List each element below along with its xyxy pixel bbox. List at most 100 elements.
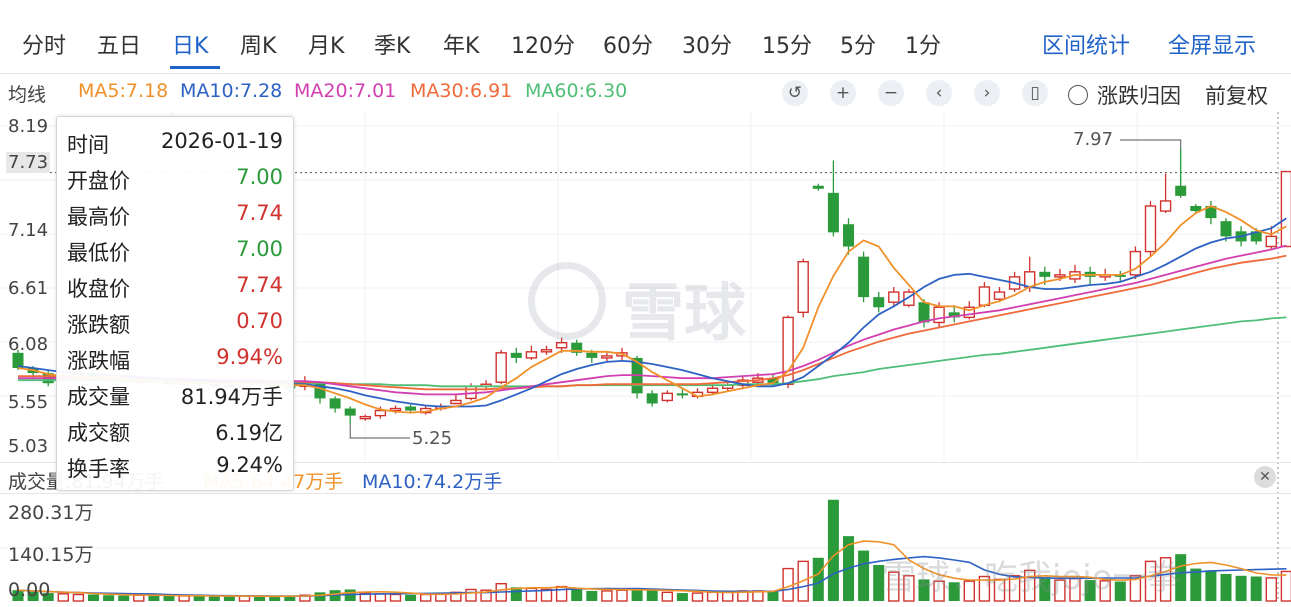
tooltip-key: 时间 (67, 133, 109, 157)
tooltip-row-open: 开盘价 7.00 (67, 165, 283, 199)
tooltip-key: 最低价 (67, 241, 130, 265)
volume-ma10: MA10:74.2万手 (362, 471, 503, 493)
volume-bar (601, 590, 613, 602)
candle-body (1159, 200, 1172, 212)
candle-body (918, 302, 930, 323)
candle-body (661, 392, 673, 402)
tooltip-row-volume: 成交量 81.94万手 (67, 381, 283, 415)
tooltip-value: 9.94% (216, 345, 283, 369)
volume-bar (103, 595, 115, 601)
volume-bar (767, 591, 779, 601)
volume-bar (148, 595, 160, 601)
volume-bar (405, 594, 417, 601)
tooltip-value: 7.74 (236, 273, 283, 297)
volume-bar (661, 591, 673, 602)
volume-bar (420, 593, 432, 602)
volume-bar (1205, 570, 1217, 601)
candle-body (978, 286, 991, 306)
y-tick-label-current: 7.73 (6, 152, 51, 173)
tooltip-value: 6.19亿 (215, 421, 283, 445)
volume-bar (1220, 573, 1232, 601)
tooltip-row-change: 涨跌额 0.70 (67, 309, 283, 343)
candle-body (1144, 205, 1157, 253)
price-tooltip: 时间 2026-01-19 开盘价 7.00 最高价 7.74 最低价 7.00 收盘价… (56, 116, 294, 491)
volume-bar (616, 589, 628, 602)
volume-bar (314, 592, 326, 601)
tooltip-value: 7.00 (236, 237, 283, 261)
volume-bar (208, 596, 220, 601)
volume-bar (374, 593, 387, 602)
candle-body (812, 185, 824, 189)
tooltip-value: 9.24% (216, 453, 283, 477)
candle-body (601, 355, 613, 359)
tooltip-row-high: 最高价 7.74 (67, 201, 283, 235)
volume-tick-label: 140.15万 (8, 544, 94, 566)
high-annotation: 7.97 (1073, 129, 1114, 150)
y-tick-label: 6.61 (8, 278, 49, 299)
high-pointer (1120, 139, 1182, 149)
volume-bar (57, 593, 69, 602)
volume-bar (706, 591, 719, 602)
close-icon[interactable]: ✕ (1254, 466, 1276, 488)
low-annotation: 5.25 (412, 428, 453, 449)
bottom-watermark: 雪球：吃我jojo一拳 (882, 558, 1181, 598)
volume-bar (178, 595, 190, 602)
volume-bar (223, 596, 235, 601)
y-tick-label: 7.14 (8, 220, 49, 241)
volume-bar (571, 589, 583, 601)
volume-bar (465, 588, 477, 602)
volume-bar (1190, 568, 1202, 601)
tooltip-value: 81.94万手 (180, 385, 283, 409)
watermark-text: 雪球 (622, 276, 747, 349)
volume-bar (133, 594, 145, 602)
candle-body (555, 342, 568, 349)
y-tick-label: 5.55 (8, 392, 49, 413)
tooltip-key: 涨跌幅 (67, 349, 130, 373)
tooltip-value: 0.70 (236, 309, 283, 333)
candle-body (843, 224, 854, 247)
tooltip-row-turnover: 成交额 6.19亿 (67, 417, 283, 451)
candle-body (525, 351, 538, 359)
tooltip-key: 收盘价 (67, 277, 130, 301)
candle-body (1023, 271, 1036, 288)
candle-body (933, 306, 945, 324)
tooltip-row-low: 最低价 7.00 (67, 237, 283, 271)
tooltip-key: 最高价 (67, 205, 130, 229)
volume-bar (858, 550, 870, 601)
y-tick-label: 5.03 (8, 436, 49, 457)
candle-body (495, 352, 507, 383)
volume-bar (1235, 575, 1247, 601)
tooltip-key: 涨跌额 (67, 313, 130, 337)
volume-bar (72, 593, 85, 602)
tooltip-key: 开盘价 (67, 169, 130, 193)
candle-body (1054, 274, 1066, 278)
tooltip-row-time: 时间 2026-01-19 (67, 129, 283, 163)
tooltip-value: 7.00 (236, 165, 283, 189)
candle-body (1265, 235, 1278, 248)
tooltip-value: 2026-01-19 (160, 129, 283, 153)
tooltip-row-close: 收盘价 7.74 (67, 273, 283, 307)
candle-body (374, 409, 387, 417)
candle-body (1129, 250, 1142, 276)
tooltip-key: 换手率 (67, 457, 130, 481)
volume-bar (586, 590, 598, 601)
volume-bar (118, 595, 130, 601)
volume-bar (193, 595, 205, 601)
low-pointer (349, 423, 410, 439)
candle-body (1175, 185, 1187, 196)
candle-body (450, 399, 462, 405)
volume-tick-label: 0.00 (8, 579, 51, 601)
volume-bar (812, 557, 824, 601)
volume-bar (691, 592, 704, 602)
candle-body (858, 256, 870, 298)
volume-tick-label: 280.31万 (8, 502, 94, 524)
volume-bar (269, 596, 281, 601)
y-tick-label: 8.19 (8, 116, 49, 137)
volume-bar (389, 593, 402, 602)
volume-bar (1250, 576, 1262, 601)
tooltip-key: 成交量 (67, 385, 130, 409)
candle-body (1039, 271, 1051, 277)
candle-body (540, 349, 553, 353)
candle-body (329, 398, 341, 409)
candle-body (706, 387, 719, 394)
